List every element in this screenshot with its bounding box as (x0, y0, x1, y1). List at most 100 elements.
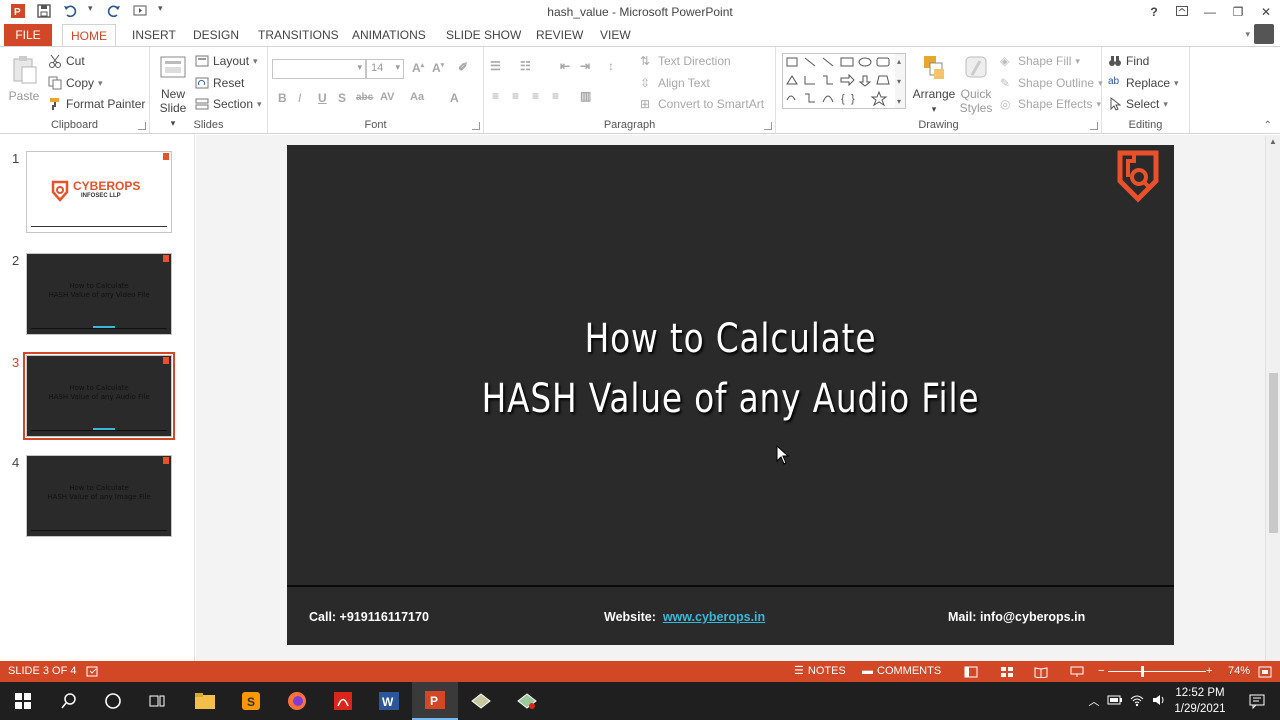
notification-icon[interactable] (1234, 682, 1280, 720)
strikethrough-icon[interactable]: abc (356, 92, 373, 103)
website-link[interactable]: www.cyberops.in (663, 610, 765, 624)
paste-button[interactable]: Paste (6, 55, 42, 103)
chevron-up-icon[interactable]: ︿ (1084, 693, 1104, 709)
tab-insert[interactable]: INSERT (124, 24, 184, 46)
tab-slide-show[interactable]: SLIDE SHOW (438, 24, 529, 46)
wifi-icon[interactable] (1126, 693, 1148, 710)
firefox-icon[interactable] (274, 682, 320, 720)
ribbon-display-options-icon[interactable] (1168, 0, 1196, 24)
restore-button[interactable]: ❐ (1224, 0, 1252, 24)
app-icon[interactable] (458, 682, 504, 720)
collapse-ribbon-icon[interactable]: ⌃ (1264, 120, 1272, 131)
section-button[interactable]: Section ▾ (195, 97, 262, 111)
italic-icon[interactable]: I (298, 91, 301, 105)
convert-smartart-button[interactable]: ⊞ Convert to SmartArt (640, 97, 764, 111)
align-text-button[interactable]: ⇳ Align Text (640, 76, 710, 90)
bold-icon[interactable]: B (278, 91, 287, 105)
layout-button[interactable]: Layout ▾ (195, 54, 258, 68)
tab-review[interactable]: REVIEW (528, 24, 591, 46)
bullets-icon[interactable]: ☰ (490, 59, 501, 73)
numbering-icon[interactable]: ☷ (520, 59, 531, 73)
zoom-out-button[interactable]: − (1098, 661, 1104, 682)
zoom-in-button[interactable]: + (1206, 661, 1212, 682)
align-center-icon[interactable]: ≡ (512, 89, 519, 103)
shape-effects-button[interactable]: ◎ Shape Effects ▾ (1000, 97, 1101, 111)
task-view-icon[interactable] (134, 682, 180, 720)
thumbnail-slide-4[interactable]: 4 How to Calculate HASH Value of any Imag… (0, 455, 195, 545)
tab-design[interactable]: DESIGN (185, 24, 247, 46)
format-painter-button[interactable]: Format Painter (48, 97, 145, 111)
thumbnail-slide-3[interactable]: 3 How to Calculate HASH Value of any Audi… (0, 352, 195, 445)
reset-button[interactable]: Reset (195, 76, 244, 90)
text-direction-button[interactable]: ⇅ Text Direction (640, 54, 731, 68)
justify-icon[interactable]: ≡ (552, 89, 559, 103)
reading-view-icon[interactable] (1034, 661, 1048, 682)
zoom-slider-handle[interactable] (1141, 666, 1144, 677)
select-button[interactable]: Select ▾ (1108, 96, 1168, 111)
shape-outline-button[interactable]: ✎ Shape Outline ▾ (1000, 76, 1103, 90)
sublime-text-icon[interactable]: S (228, 682, 274, 720)
align-left-icon[interactable]: ≡ (492, 89, 499, 103)
slide-sorter-icon[interactable] (1000, 661, 1014, 682)
file-explorer-icon[interactable] (182, 682, 228, 720)
zoom-slider[interactable] (1108, 671, 1206, 672)
vertical-scrollbar[interactable]: ▲ (1265, 135, 1280, 661)
tab-animations[interactable]: ANIMATIONS (344, 24, 434, 46)
font-color-icon[interactable]: A (450, 91, 459, 105)
tab-view[interactable]: VIEW (592, 24, 639, 46)
increase-indent-icon[interactable]: ⇥ (580, 59, 590, 73)
quick-styles-button[interactable]: Quick Styles (956, 53, 996, 115)
cortana-icon[interactable] (90, 682, 136, 720)
font-size-combo[interactable]: 14 ▾ (366, 59, 404, 79)
shrink-font-icon[interactable]: A▾ (432, 61, 444, 75)
normal-view-icon[interactable] (964, 661, 978, 682)
app-icon[interactable] (504, 682, 550, 720)
shape-fill-button[interactable]: ◈ Shape Fill ▾ (1000, 54, 1080, 68)
thumbnail-slide-1[interactable]: 1 CYBEROPS INFOSEC LLP (0, 151, 195, 241)
line-spacing-icon[interactable]: ↕ (608, 59, 614, 73)
scroll-up-icon[interactable]: ▲ (1269, 137, 1277, 146)
font-name-combo[interactable]: ▾ (272, 59, 366, 79)
copy-button[interactable]: Copy ▾ (48, 76, 103, 90)
search-icon[interactable] (46, 682, 92, 720)
spell-check-icon[interactable] (86, 661, 100, 682)
dialog-launcher-icon[interactable] (764, 122, 772, 130)
thumbnail-slide-2[interactable]: 2 How to Calculate HASH Value of any Vide… (0, 253, 195, 343)
find-button[interactable]: Find (1108, 54, 1149, 68)
character-spacing-icon[interactable]: AV (380, 91, 394, 103)
replace-button[interactable]: ab Replace ▾ (1108, 76, 1179, 90)
change-case-icon[interactable]: Aa (410, 91, 424, 103)
underline-icon[interactable]: U (318, 91, 327, 105)
close-button[interactable]: ✕ (1252, 0, 1280, 24)
scrollbar-thumb[interactable] (1269, 373, 1278, 533)
dialog-launcher-icon[interactable] (138, 122, 146, 130)
notes-button[interactable]: ☰ NOTES (794, 661, 846, 682)
arrange-button[interactable]: Arrange ▾ (912, 53, 956, 116)
minimize-button[interactable]: — (1196, 0, 1224, 24)
current-slide[interactable]: How to Calculate HASH Value of any Audio… (287, 145, 1174, 645)
comments-button[interactable]: ▬ COMMENTS (862, 661, 941, 682)
align-right-icon[interactable]: ≡ (532, 89, 539, 103)
grow-font-icon[interactable]: A▴ (412, 61, 424, 75)
zoom-level[interactable]: 74% (1228, 661, 1250, 682)
fit-to-window-icon[interactable] (1258, 661, 1272, 682)
avatar[interactable] (1254, 24, 1274, 44)
powerpoint-icon[interactable]: P (412, 682, 458, 720)
tab-file[interactable]: FILE (4, 24, 52, 46)
slide-title[interactable]: How to Calculate HASH Value of any Audio… (367, 309, 1094, 429)
tab-home[interactable]: HOME (62, 24, 116, 47)
tab-transitions[interactable]: TRANSITIONS (250, 24, 347, 46)
cut-button[interactable]: Cut (48, 54, 85, 68)
slide-show-icon[interactable] (1070, 661, 1084, 682)
decrease-indent-icon[interactable]: ⇤ (560, 59, 570, 73)
acrobat-icon[interactable] (320, 682, 366, 720)
shapes-gallery[interactable]: {} ▴ ▾ ▾ (782, 53, 906, 109)
windows-start-icon[interactable] (0, 682, 46, 720)
dialog-launcher-icon[interactable] (1090, 122, 1098, 130)
columns-icon[interactable]: ▥ (580, 89, 591, 103)
user-account[interactable]: ▾ (1245, 24, 1274, 44)
dialog-launcher-icon[interactable] (472, 122, 480, 130)
help-button[interactable]: ? (1140, 0, 1168, 24)
clear-formatting-icon[interactable]: ✐ (458, 60, 468, 74)
battery-icon[interactable] (1104, 694, 1126, 708)
